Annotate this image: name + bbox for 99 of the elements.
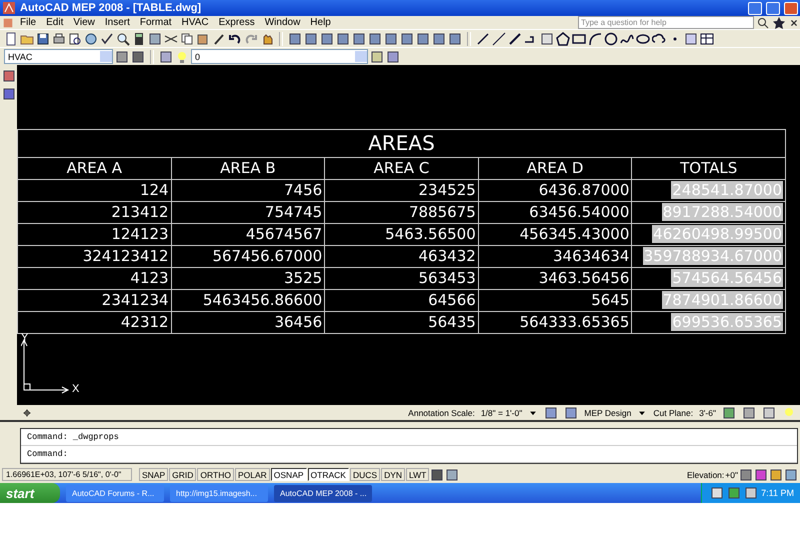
- table-cell: 124123: [18, 224, 172, 246]
- magnifier-icon[interactable]: [116, 32, 130, 46]
- coordinates-readout: 1.66961E+03, 107'-6 5/16", 0'-0": [2, 468, 132, 481]
- display-configuration-dropdown[interactable]: MEP Design: [584, 408, 632, 418]
- menu-item[interactable]: Window: [260, 17, 304, 28]
- preview-icon[interactable]: [68, 32, 82, 46]
- annotation-scale-dropdown[interactable]: 1/8" = 1'-0": [480, 408, 522, 418]
- menu-item[interactable]: Help: [306, 17, 335, 28]
- x-axis-label: X: [72, 383, 80, 395]
- table-cell: 5463.56500: [324, 224, 478, 246]
- elevation-label: Elevation:: [686, 470, 724, 480]
- column-header: AREA D: [478, 158, 632, 180]
- save-icon[interactable]: [36, 32, 50, 46]
- command-line-text: Command: _dwgprops: [27, 432, 119, 442]
- brush-icon[interactable]: [212, 32, 226, 46]
- status-toggle[interactable]: DYN: [381, 468, 406, 481]
- table-cell: 36456: [171, 312, 325, 334]
- column-header: AREA B: [171, 158, 325, 180]
- printer-icon[interactable]: [52, 32, 66, 46]
- clock: 7:11 PM: [761, 488, 794, 498]
- table-cell: 7456: [171, 180, 325, 202]
- table-cell: 124: [18, 180, 172, 202]
- ellipse-icon[interactable]: [636, 32, 650, 46]
- copy-icon[interactable]: [180, 32, 194, 46]
- pentagon-icon[interactable]: [556, 32, 570, 46]
- annotation-scale-label: Annotation Scale:: [408, 408, 475, 418]
- status-toggle[interactable]: DUCS: [350, 468, 380, 481]
- polyline-icon[interactable]: [508, 32, 522, 46]
- table-cell: 754745: [171, 202, 325, 224]
- menu-item[interactable]: File: [16, 17, 40, 28]
- construction-line-icon[interactable]: [492, 32, 506, 46]
- layer-dropdown[interactable]: 0: [191, 49, 368, 64]
- status-toggle[interactable]: LWT: [406, 468, 430, 481]
- table-cell: 324123412: [18, 246, 172, 268]
- table-cell: 7885675: [324, 202, 478, 224]
- status-toggle[interactable]: GRID: [169, 468, 196, 481]
- menu-item[interactable]: View: [69, 17, 99, 28]
- restore-button[interactable]: [766, 2, 780, 14]
- table-cell: 5645: [478, 290, 632, 312]
- star-icon[interactable]: [772, 16, 786, 30]
- table-cell: 3525: [171, 268, 325, 290]
- spline-icon[interactable]: [620, 32, 634, 46]
- table-cell: 2341234: [18, 290, 172, 312]
- taskbar-button[interactable]: http://img15.imagesh...: [170, 484, 268, 502]
- table-cell: 563453: [324, 268, 478, 290]
- table-cell: 234525: [324, 180, 478, 202]
- table-cell: 5463456.86600: [171, 290, 325, 312]
- table-cell: 63456.54000: [478, 202, 632, 224]
- status-toggle[interactable]: OTRACK: [308, 468, 349, 481]
- command-line-text: Command:: [27, 449, 68, 459]
- menu-item[interactable]: HVAC: [178, 17, 213, 28]
- taskbar-button[interactable]: AutoCAD MEP 2008 - ...: [274, 484, 372, 502]
- window-title: AutoCAD MEP 2008 - [TABLE.dwg]: [20, 2, 202, 14]
- table-cell: 567456.67000: [171, 246, 325, 268]
- table-cell: 3463.56456: [478, 268, 632, 290]
- table-cell: 64566: [324, 290, 478, 312]
- column-header: AREA C: [324, 158, 478, 180]
- table-cell: 56435: [324, 312, 478, 334]
- rectangle-icon[interactable]: [572, 32, 586, 46]
- close-button[interactable]: [784, 2, 798, 14]
- cut-plane-value[interactable]: 3'-6": [699, 408, 716, 418]
- table-cell: 564333.65365: [478, 312, 632, 334]
- globe-icon[interactable]: [84, 32, 98, 46]
- table-cell: 463432: [324, 246, 478, 268]
- status-toggle[interactable]: POLAR: [234, 468, 270, 481]
- table-cell: 213412: [18, 202, 172, 224]
- minimize-button[interactable]: [748, 2, 762, 14]
- table-cell: 42312: [18, 312, 172, 334]
- table-icon[interactable]: [700, 32, 714, 46]
- new-file-icon[interactable]: [4, 32, 18, 46]
- menu-item[interactable]: Express: [214, 17, 259, 28]
- cloud-icon[interactable]: [652, 32, 666, 46]
- table-title: AREAS: [18, 130, 786, 158]
- table-cell: 4123: [18, 268, 172, 290]
- arc-icon[interactable]: [588, 32, 602, 46]
- taskbar-button[interactable]: AutoCAD Forums - R...: [66, 484, 164, 502]
- status-toggle[interactable]: ORTHO: [197, 468, 234, 481]
- cut-plane-label: Cut Plane:: [653, 408, 694, 418]
- circle-icon[interactable]: [604, 32, 618, 46]
- elevation-value[interactable]: +0": [725, 470, 738, 480]
- table-cell: 34634634: [478, 246, 632, 268]
- search-icon[interactable]: [756, 16, 770, 30]
- help-search-field[interactable]: Type a question for help: [578, 16, 754, 29]
- status-toggle[interactable]: OSNAP: [270, 468, 307, 481]
- menu-item[interactable]: Insert: [100, 17, 134, 28]
- table-cell: 456345.43000: [478, 224, 632, 246]
- table-cell: 45674567: [171, 224, 325, 246]
- line-icon[interactable]: [476, 32, 490, 46]
- column-header: AREA A: [18, 158, 172, 180]
- y-axis-label: Y: [21, 332, 28, 344]
- status-toggle[interactable]: SNAP: [139, 468, 168, 481]
- table-cell: 6436.87000: [478, 180, 632, 202]
- start-button[interactable]: start: [0, 483, 60, 503]
- menu-item[interactable]: Format: [136, 17, 176, 28]
- menu-item[interactable]: Edit: [42, 17, 68, 28]
- workspace-dropdown[interactable]: HVAC: [4, 49, 113, 64]
- spellcheck-icon[interactable]: [100, 32, 114, 46]
- calculator-icon[interactable]: [132, 32, 146, 46]
- column-header: TOTALS: [632, 158, 786, 180]
